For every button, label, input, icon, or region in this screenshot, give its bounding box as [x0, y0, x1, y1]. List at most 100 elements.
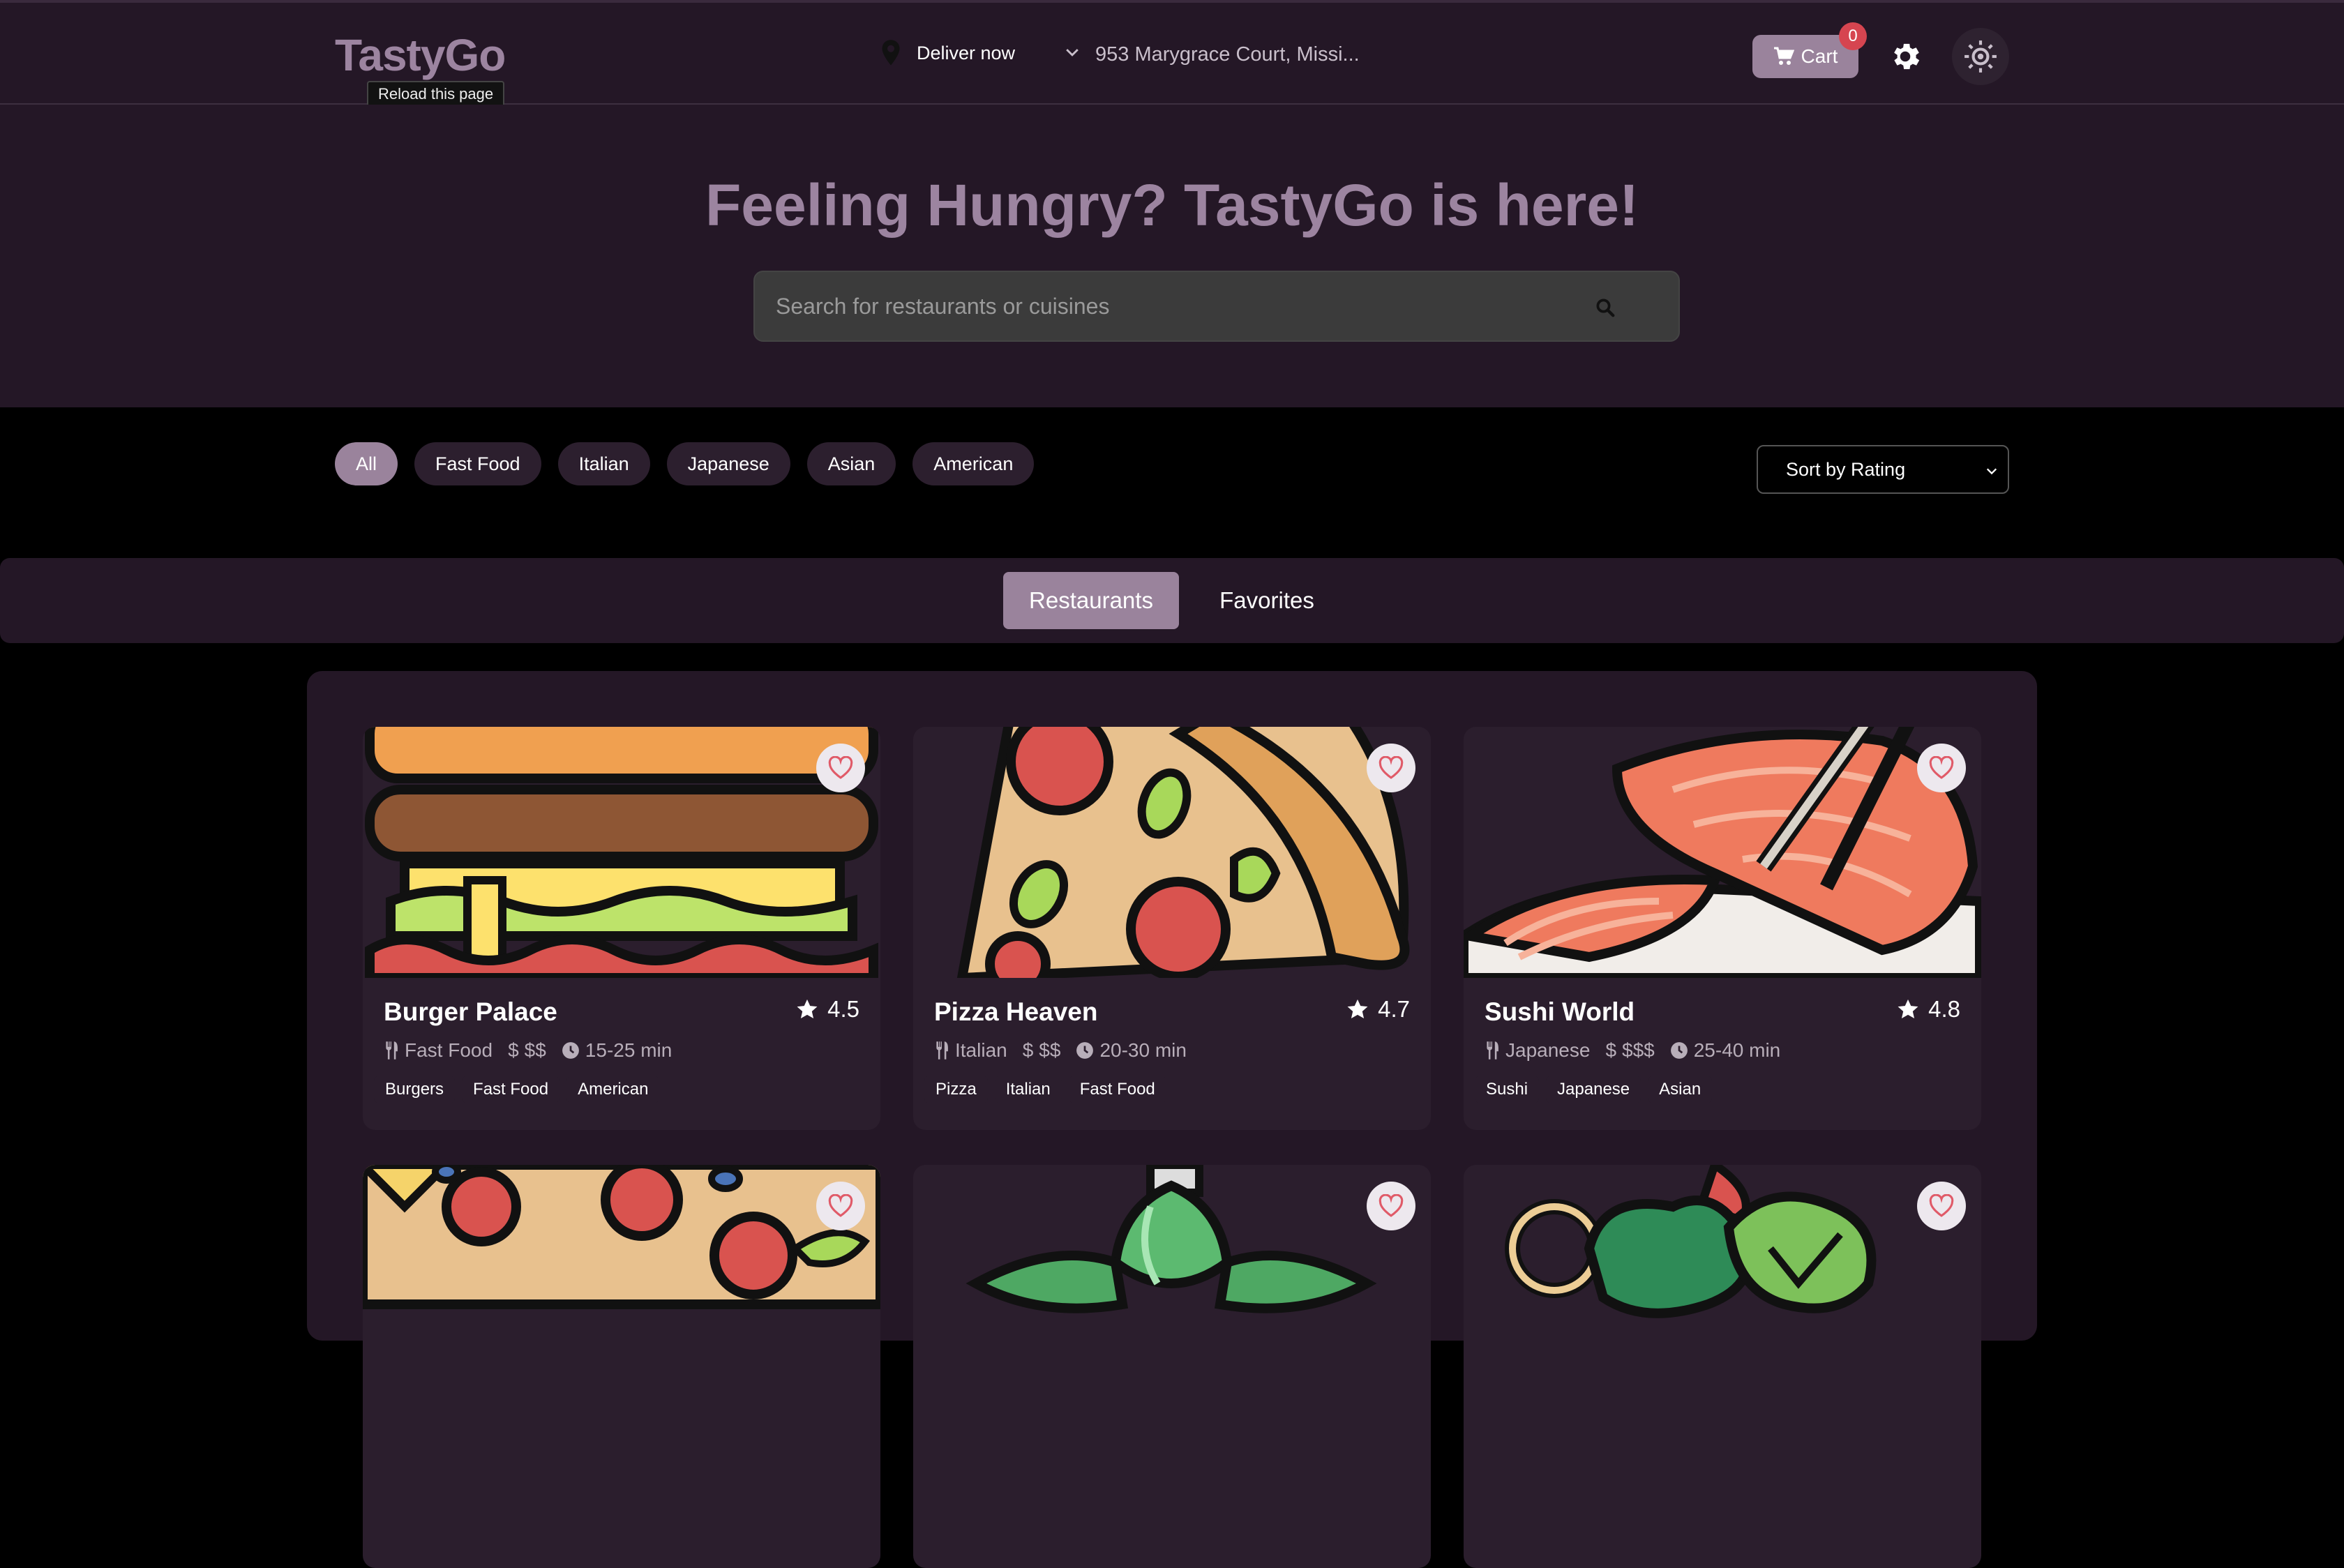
restaurant-card[interactable] [913, 1165, 1431, 1568]
price-label: $$ [524, 1039, 546, 1061]
dollar-icon: $ [508, 1039, 519, 1061]
favorite-button[interactable] [1917, 1182, 1966, 1230]
clock-icon [1670, 1042, 1688, 1059]
sort-select[interactable]: Sort by Rating [1757, 445, 2009, 494]
restaurant-meta: Japanese $ $$$ 25-40 min [1485, 1039, 1780, 1062]
price-label: $$$ [1622, 1039, 1655, 1061]
restaurant-card[interactable]: Pizza Heaven 4.7 Italian $ $$ 20-30 min P… [913, 727, 1431, 1130]
restaurant-tags: Pizza Italian Fast Food [924, 1076, 1166, 1103]
delivery-time: 15-25 min [585, 1039, 673, 1061]
restaurant-card[interactable]: Sushi World 4.8 Japanese $ $$$ 25-40 min … [1464, 727, 1981, 1130]
deliver-now-label: Deliver now [917, 42, 1016, 63]
heart-icon [1929, 1194, 1954, 1217]
rating-value: 4.5 [827, 996, 859, 1022]
restaurant-card[interactable] [363, 1165, 880, 1568]
restaurant-meta: Fast Food $ $$ 15-25 min [384, 1039, 672, 1062]
utensils-icon [936, 1041, 948, 1060]
search-icon[interactable] [1595, 297, 1616, 318]
chevron-down-icon [1986, 468, 1997, 475]
favorite-button[interactable] [816, 744, 865, 792]
tag: Japanese [1546, 1076, 1641, 1103]
filter-chip-fast-food[interactable]: Fast Food [414, 442, 541, 485]
filter-chip-all[interactable]: All [335, 442, 398, 485]
top-header: TastyGo Reload this page Deliver now 953… [0, 0, 2344, 107]
sushi-image [1464, 727, 1981, 978]
tag: Fast Food [1068, 1076, 1166, 1103]
restaurant-name: Sushi World [1485, 997, 1635, 1026]
restaurant-rating: 4.7 [1346, 996, 1410, 1023]
tag: Pizza [924, 1076, 988, 1103]
reload-tooltip: Reload this page [367, 81, 505, 107]
tag: Asian [1648, 1076, 1713, 1103]
food-image [1464, 1165, 1981, 1416]
cuisine-label: Japanese [1505, 1039, 1591, 1061]
favorite-button[interactable] [1367, 1182, 1415, 1230]
hero-section: Feeling Hungry? TastyGo is here! [0, 105, 2344, 407]
cart-label: Cart [1801, 45, 1838, 67]
utensils-icon [386, 1041, 398, 1060]
cuisine-filters: All Fast Food Italian Japanese Asian Ame… [335, 442, 1035, 485]
hero-title: Feeling Hungry? TastyGo is here! [705, 172, 1639, 238]
tag: American [566, 1076, 660, 1103]
star-icon [797, 999, 818, 1019]
food-image [913, 1165, 1431, 1416]
restaurant-rating: 4.8 [1896, 996, 1960, 1023]
search-input[interactable] [776, 272, 1543, 340]
pizza-image [913, 727, 1431, 978]
filter-chip-american[interactable]: American [912, 442, 1035, 485]
dollar-icon: $ [1605, 1039, 1617, 1061]
cart-icon [1773, 47, 1794, 65]
heart-icon [1929, 756, 1954, 779]
filter-chip-japanese[interactable]: Japanese [666, 442, 790, 485]
heart-icon [1378, 756, 1404, 779]
burger-image [363, 727, 880, 978]
sort-selected-value: Sort by Rating [1786, 458, 1906, 480]
deliver-now-selector[interactable]: Deliver now [880, 39, 1015, 67]
cuisine-label: Italian [955, 1039, 1007, 1061]
theme-toggle-button[interactable] [1952, 28, 2009, 85]
heart-icon [1378, 1194, 1404, 1217]
rating-value: 4.7 [1378, 996, 1410, 1022]
favorite-button[interactable] [816, 1182, 865, 1230]
delivery-address[interactable]: 953 Marygrace Court, Missi... [1095, 43, 1360, 66]
heart-icon [828, 756, 853, 779]
restaurant-card[interactable] [1464, 1165, 1981, 1568]
view-tabs: Restaurants Favorites [0, 558, 2344, 643]
tag: Burgers [374, 1076, 456, 1103]
chevron-down-icon[interactable] [1063, 43, 1081, 61]
logo[interactable]: TastyGo [335, 29, 506, 81]
restaurant-name: Pizza Heaven [934, 997, 1098, 1026]
restaurant-tags: Sushi Japanese Asian [1475, 1076, 1713, 1103]
search-bar [753, 271, 1680, 342]
tag: Fast Food [462, 1076, 560, 1103]
tab-restaurants[interactable]: Restaurants [1003, 572, 1179, 629]
filter-chip-asian[interactable]: Asian [806, 442, 896, 485]
favorite-button[interactable] [1367, 744, 1415, 792]
restaurants-panel: Burger Palace 4.5 Fast Food $ $$ 15-25 mi… [307, 671, 2037, 1568]
clock-icon [1076, 1042, 1094, 1059]
clock-icon [562, 1042, 579, 1059]
restaurant-tags: Burgers Fast Food American [374, 1076, 660, 1103]
sun-icon [1964, 40, 1997, 73]
dollar-icon: $ [1022, 1039, 1034, 1061]
map-pin-icon [882, 40, 900, 66]
favorite-button[interactable] [1917, 744, 1966, 792]
heart-icon [828, 1194, 853, 1217]
tab-favorites[interactable]: Favorites [1200, 572, 1334, 629]
delivery-time: 20-30 min [1099, 1039, 1187, 1061]
restaurant-meta: Italian $ $$ 20-30 min [934, 1039, 1187, 1062]
cart-count-badge: 0 [1839, 22, 1867, 50]
gear-icon[interactable] [1888, 39, 1923, 74]
star-icon [1898, 999, 1918, 1019]
cuisine-label: Fast Food [405, 1039, 493, 1061]
filter-chip-italian[interactable]: Italian [557, 442, 650, 485]
rating-value: 4.8 [1928, 996, 1960, 1022]
delivery-time: 25-40 min [1693, 1039, 1781, 1061]
restaurant-rating: 4.5 [795, 996, 859, 1023]
tag: Italian [994, 1076, 1062, 1103]
restaurant-name: Burger Palace [384, 997, 557, 1026]
utensils-icon [1487, 1041, 1498, 1060]
food-image [363, 1165, 880, 1416]
restaurant-card[interactable]: Burger Palace 4.5 Fast Food $ $$ 15-25 mi… [363, 727, 880, 1130]
price-label: $$ [1039, 1039, 1061, 1061]
